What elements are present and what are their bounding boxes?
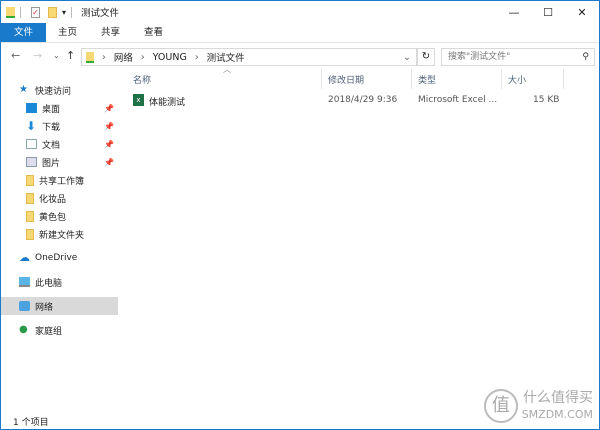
label: 化妆品 [39,194,67,205]
star-icon: ★ [19,84,28,95]
sidebar-item-homegroup[interactable]: ● 家庭组 [19,321,136,339]
file-type: Microsoft Excel ... [418,95,498,105]
label: 新建文件夹 [39,230,85,241]
up-button[interactable]: ↑ [66,49,75,62]
tab-file[interactable]: 文件 [1,23,47,42]
tab-view[interactable]: 查看 [132,23,175,42]
forward-button[interactable]: → [33,49,42,62]
sidebar-item-folder[interactable]: 黄色包 [26,207,118,225]
customize-toolbar-icon[interactable]: ▾ [62,8,66,17]
label: OneDrive [35,253,78,263]
status-bar-item-count: 1 个项目 [13,418,49,428]
watermark-logo: 值什么值得买 SMZDM.COM [483,389,593,423]
sidebar-item-folder[interactable]: 共享工作簿 [26,171,118,189]
pin-icon: 📌 [104,139,114,149]
label: 快速访问 [35,86,72,97]
breadcrumb-young[interactable]: YOUNG [153,52,187,63]
excel-icon: x [133,94,144,106]
divider [321,69,322,89]
tab-home[interactable]: 主页 [46,23,89,42]
sidebar-item-documents[interactable]: 文档 📌 [26,135,118,153]
file-modified: 2018/4/29 9:36 [328,95,398,105]
label: 此电脑 [35,278,63,289]
label: 共享工作簿 [39,176,85,187]
sidebar-item-desktop[interactable]: 桌面 📌 [26,99,118,117]
label: 文档 [42,140,61,151]
pin-icon: 📌 [104,121,114,131]
watermark-glyph: 值 [483,389,518,423]
pin-icon: 📌 [104,157,114,167]
search-icon: ⚲ [582,52,589,62]
download-icon: ⬇ [26,119,37,133]
search-input[interactable]: 搜索"测试文件" ⚲ [441,48,595,66]
file-name: 体能测试 [149,98,186,108]
pin-icon: 📌 [104,103,114,113]
network-icon [19,301,30,311]
watermark-line1: 什么值得买 [523,389,593,406]
sidebar-item-folder[interactable]: 新建文件夹 [26,225,118,243]
label: 桌面 [42,104,61,115]
watermark-line2: SMZDM.COM [521,407,593,421]
label: 家庭组 [35,326,63,337]
sidebar-item-pictures[interactable]: 图片 📌 [26,153,118,171]
sidebar-item-this-pc[interactable]: 此电脑 [19,273,136,291]
chevron-down-icon[interactable]: ⌄ [403,52,411,63]
column-header-modified[interactable]: 修改日期 [328,73,364,86]
folder-icon [26,228,34,240]
sidebar-item-downloads[interactable]: ⬇ 下载 📌 [26,117,118,135]
minimize-button[interactable]: — [497,1,531,23]
sidebar-item-quick-access[interactable]: ★ 快速访问 [19,81,136,99]
navigation-bar: ← → ⌄ ↑ › 网络 › YOUNG › 测试文件 ⌄ ↻ 搜索"测试文件"… [1,45,599,69]
tab-share[interactable]: 共享 [89,23,132,42]
document-icon [26,139,37,149]
recent-locations-button[interactable]: ⌄ [53,51,60,60]
label: 黄色包 [39,212,67,223]
sidebar-item-onedrive[interactable]: ☁ OneDrive [19,249,136,267]
network-folder-icon [6,6,15,18]
navigation-pane: ★ 快速访问 桌面 📌 ⬇ 下载 📌 文档 📌 图片 📌 共享工作簿 化妆品 黄色包 新建文… [1,71,119,411]
label: 图片 [42,158,61,169]
divider [501,69,502,89]
file-size: 15 KB [533,95,560,105]
divider [411,69,412,89]
ribbon-tabs: 文件 主页 共享 查看 [1,23,599,43]
refresh-button[interactable]: ↻ [417,48,435,66]
picture-icon [26,157,37,167]
label: 下载 [42,122,61,133]
cloud-icon: ☁ [19,251,30,264]
address-bar[interactable]: › 网络 › YOUNG › 测试文件 ⌄ [81,48,417,66]
breadcrumb-network[interactable]: 网络 [114,50,133,64]
column-header-name[interactable]: 名称 [133,73,151,86]
maximize-button[interactable]: ☐ [531,1,565,23]
back-button[interactable]: ← [11,49,20,62]
sort-up-icon: ︿ [223,65,231,74]
breadcrumb-test-folder[interactable]: 测试文件 [207,50,245,64]
network-icon [86,51,94,63]
sidebar-item-folder[interactable]: 化妆品 [26,189,118,207]
title-bar: ✓ ▾ 测试文件 — ☐ ✕ [1,1,599,23]
divider [563,69,564,89]
desktop-icon [26,103,37,113]
divider [20,6,21,18]
divider [71,6,73,18]
column-header-size[interactable]: 大小 [508,73,526,86]
close-button[interactable]: ✕ [565,1,599,23]
properties-icon[interactable]: ✓ [31,6,40,18]
search-placeholder: 搜索"测试文件" [448,52,511,62]
computer-icon [19,277,30,287]
folder-icon [26,174,34,186]
label: 网络 [35,302,54,313]
homegroup-icon: ● [19,324,28,335]
sidebar-item-network[interactable]: 网络 [1,297,118,315]
column-header-type[interactable]: 类型 [418,73,436,86]
folder-icon [26,210,34,222]
new-folder-icon[interactable] [48,6,57,18]
window-title: 测试文件 [81,8,120,19]
folder-icon [26,192,34,204]
